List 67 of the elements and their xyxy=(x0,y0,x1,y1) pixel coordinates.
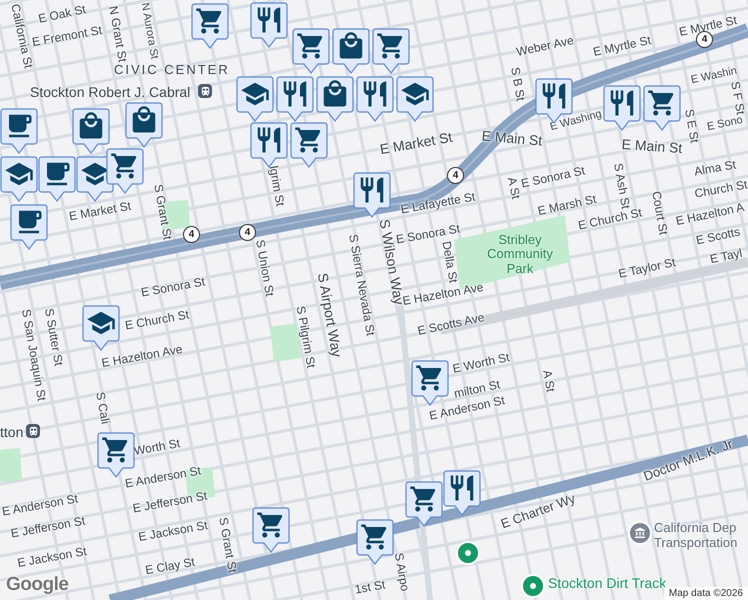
street-label: S Pilgrim St xyxy=(294,305,318,369)
street-label: E Scotts xyxy=(694,225,742,247)
place-label: Stockton Robert J. Cabral xyxy=(30,84,190,100)
park-area xyxy=(0,448,22,482)
street-label: E Market St xyxy=(378,130,454,156)
street-label: A St xyxy=(541,369,557,393)
street-label: E Lafayette St xyxy=(400,190,476,216)
street-label: Worth St xyxy=(133,437,181,457)
map-pin-icon xyxy=(456,541,480,565)
street-label: S Grant St xyxy=(217,516,239,574)
route-shield: 4 xyxy=(696,31,713,48)
street-label: E Sono xyxy=(706,114,744,134)
street-label: S Airport Way xyxy=(316,272,344,358)
street-label: S Union St xyxy=(254,238,276,298)
street-label: Weber Ave xyxy=(515,34,575,58)
street-label: E Worth St xyxy=(451,351,511,375)
street-label: E Jefferson St xyxy=(132,490,208,514)
place-label: California Dep Transportation xyxy=(654,521,738,551)
train-station-icon xyxy=(198,84,212,98)
street-label: S F St xyxy=(729,80,747,116)
street-label: N Aurora St xyxy=(138,2,160,60)
street-label: E Main St xyxy=(481,128,543,148)
street-label: E Church St xyxy=(124,308,190,332)
street-label: E Myrtle St xyxy=(592,34,652,58)
street-label: S Sutter St xyxy=(43,307,65,367)
street-label: S E St xyxy=(683,108,701,144)
street-label: E Hazelton A xyxy=(674,200,746,228)
street-label: 1st St xyxy=(354,578,386,596)
street-label: E Hazelton Ave xyxy=(100,342,184,370)
street-label: E Taylor St xyxy=(617,256,677,280)
street-label: Church St xyxy=(694,178,748,200)
district-label: CIVIC CENTER xyxy=(114,62,230,77)
street-label: E Market St xyxy=(68,200,132,222)
street-label: S Airpo xyxy=(392,552,412,592)
street-label: S Sierra Nevada St xyxy=(347,233,377,337)
street-label: E Sonora St xyxy=(140,275,206,299)
map-pin-icon xyxy=(521,574,545,598)
place-label: Stockton Dirt Track xyxy=(548,575,666,592)
street-label: N Grant St xyxy=(107,5,129,63)
street-label: S B St xyxy=(509,66,527,102)
street-label: E Sonora St xyxy=(520,164,586,190)
street-label: lgrim St xyxy=(268,164,286,208)
street-label: Della St xyxy=(440,240,460,284)
street-label: E Scotts Ave xyxy=(416,311,486,337)
street-label: S Cali xyxy=(94,391,112,425)
train-station-icon xyxy=(26,424,40,438)
street-label: Doctor M.L.K. Jr xyxy=(642,437,734,483)
google-logo: Google xyxy=(6,574,68,596)
street-label: S Ash St xyxy=(612,162,632,210)
street-label: E Jackson St xyxy=(137,519,209,543)
street-label: Alma St xyxy=(693,158,737,178)
building-icon xyxy=(628,521,652,545)
street-label: A St xyxy=(506,176,522,200)
park-label: Stribley Community Park xyxy=(486,233,554,276)
street-label: E Anderson St xyxy=(124,464,202,490)
street-label: E Marsh St xyxy=(536,192,598,218)
street-label: E Main St xyxy=(621,136,683,156)
street-label: E Charter Wy xyxy=(499,492,577,530)
street-label: E Oak St xyxy=(37,3,87,25)
street-label: Court St xyxy=(650,190,670,236)
map-attribution: Map data ©2026 xyxy=(664,587,748,600)
street-label: E Fremont St xyxy=(31,24,103,48)
street-label: E Clay St xyxy=(144,556,196,576)
place-label: tton xyxy=(0,424,24,440)
street-label: E Jackson St xyxy=(16,545,88,569)
street-label: S Grant St xyxy=(152,183,174,241)
street-label: E Tayl xyxy=(708,246,744,266)
